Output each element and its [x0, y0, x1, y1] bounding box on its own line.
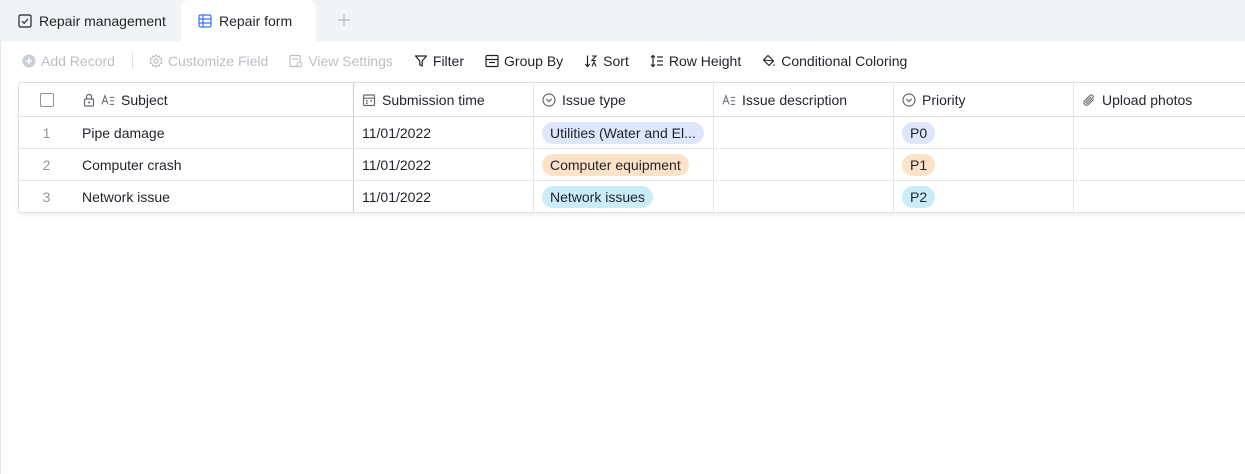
plus-circle-icon [22, 54, 36, 68]
column-header-issue-description[interactable]: Issue description [714, 83, 894, 116]
tab-repair-management[interactable]: Repair management [18, 0, 166, 41]
column-header-upload-photos[interactable]: Upload photos [1074, 83, 1245, 116]
row-index: 3 [42, 189, 51, 205]
cell-issue-description[interactable] [714, 117, 894, 148]
table-header-row: Subject Submission time Issue type Issue… [19, 83, 1245, 117]
cell-upload-photos[interactable] [1074, 149, 1245, 180]
add-record-button[interactable]: Add Record [22, 53, 115, 69]
paperclip-icon [1082, 93, 1096, 107]
text-field-icon [101, 93, 115, 107]
column-header-issue-type[interactable]: Issue type [534, 83, 714, 116]
cell-submission-time[interactable]: 11/01/2022 [354, 149, 534, 180]
cell-subject[interactable]: Pipe damage [74, 117, 354, 148]
select-all-checkbox[interactable] [39, 92, 54, 107]
column-header-label: Subject [121, 91, 168, 108]
view-settings-button[interactable]: View Settings [289, 53, 393, 69]
cell-priority[interactable]: P2 [894, 181, 1074, 212]
gear-icon [149, 54, 163, 68]
column-header-label: Issue type [562, 91, 626, 108]
group-by-label: Group By [504, 53, 564, 69]
records-grid: Subject Submission time Issue type Issue… [18, 82, 1245, 213]
cell-submission-time[interactable]: 11/01/2022 [354, 181, 534, 212]
cell-upload-photos[interactable] [1074, 181, 1245, 212]
cell-issue-description[interactable] [714, 181, 894, 212]
row-index: 1 [42, 124, 51, 141]
row-height-label: Row Height [668, 53, 742, 69]
column-header-label: Submission time [382, 91, 485, 108]
group-by-icon [485, 54, 499, 68]
issue-type-tag: Network issues [542, 186, 653, 208]
filter-label: Filter [432, 53, 465, 69]
cell-priority[interactable]: P0 [894, 117, 1074, 148]
conditional-coloring-button[interactable]: Conditional Coloring [762, 53, 907, 69]
tab-repair-form[interactable]: Repair form [181, 0, 316, 41]
cell-upload-photos[interactable] [1074, 117, 1245, 148]
cell-issue-type[interactable]: Utilities (Water and El... [534, 117, 714, 148]
add-view-button[interactable] [333, 9, 355, 31]
priority-tag: P2 [902, 186, 936, 208]
paint-bucket-icon [762, 54, 776, 68]
column-header-priority[interactable]: Priority [894, 83, 1074, 116]
priority-tag: P1 [902, 153, 936, 176]
cell-priority[interactable]: P1 [894, 149, 1074, 180]
cell-issue-type[interactable]: Network issues [534, 181, 714, 212]
conditional-coloring-label: Conditional Coloring [781, 53, 908, 69]
add-record-label: Add Record [41, 53, 115, 69]
plus-icon [337, 13, 351, 27]
tab-label: Repair form [219, 12, 293, 29]
lock-icon [82, 93, 96, 107]
view-tab-bar: Repair management Repair form [0, 0, 1245, 41]
cell-subject[interactable]: Computer crash [74, 149, 354, 180]
table-row[interactable]: 3 Network issue 11/01/2022 Network issue… [19, 181, 1245, 212]
column-header-label: Priority [922, 91, 966, 108]
table-row[interactable]: 2 Computer crash 11/01/2022 Computer equ… [19, 149, 1245, 181]
sort-label: Sort [603, 53, 629, 69]
filter-icon [414, 54, 428, 68]
priority-tag: P0 [902, 121, 936, 144]
view-settings-icon [289, 54, 303, 68]
view-settings-label: View Settings [308, 53, 393, 69]
text-field-icon [722, 93, 736, 107]
row-height-button[interactable]: Row Height [650, 53, 741, 69]
select-all-cell [19, 83, 74, 116]
cell-subject[interactable]: Network issue [74, 181, 354, 212]
single-select-icon [542, 92, 556, 107]
issue-type-tag: Utilities (Water and El... [542, 121, 704, 144]
calendar-icon [362, 93, 376, 107]
table-row[interactable]: 1 Pipe damage 11/01/2022 Utilities (Wate… [19, 117, 1245, 149]
customize-field-label: Customize Field [167, 53, 269, 69]
column-header-subject[interactable]: Subject [74, 83, 354, 116]
customize-field-button[interactable]: Customize Field [149, 53, 268, 69]
sort-button[interactable]: Sort [584, 53, 629, 69]
sort-icon [584, 54, 598, 68]
column-header-label: Issue description [742, 91, 848, 108]
row-index: 2 [42, 156, 51, 173]
toolbar: Add Record Customize Field View Settings… [22, 41, 928, 81]
single-select-icon [902, 92, 916, 107]
row-height-icon [650, 54, 664, 68]
filter-button[interactable]: Filter [414, 53, 464, 69]
toolbar-divider [131, 53, 133, 69]
checkbox-icon [18, 13, 32, 28]
grid-table-icon [198, 13, 212, 28]
cell-submission-time[interactable]: 11/01/2022 [354, 117, 534, 148]
main-panel: Add Record Customize Field View Settings… [0, 41, 1245, 474]
group-by-button[interactable]: Group By [485, 53, 563, 69]
column-header-submission-time[interactable]: Submission time [354, 83, 534, 116]
column-header-label: Upload photos [1102, 91, 1193, 108]
issue-type-tag: Computer equipment [542, 153, 689, 176]
cell-issue-description[interactable] [714, 149, 894, 180]
tab-label: Repair management [39, 12, 166, 29]
cell-issue-type[interactable]: Computer equipment [534, 149, 714, 180]
